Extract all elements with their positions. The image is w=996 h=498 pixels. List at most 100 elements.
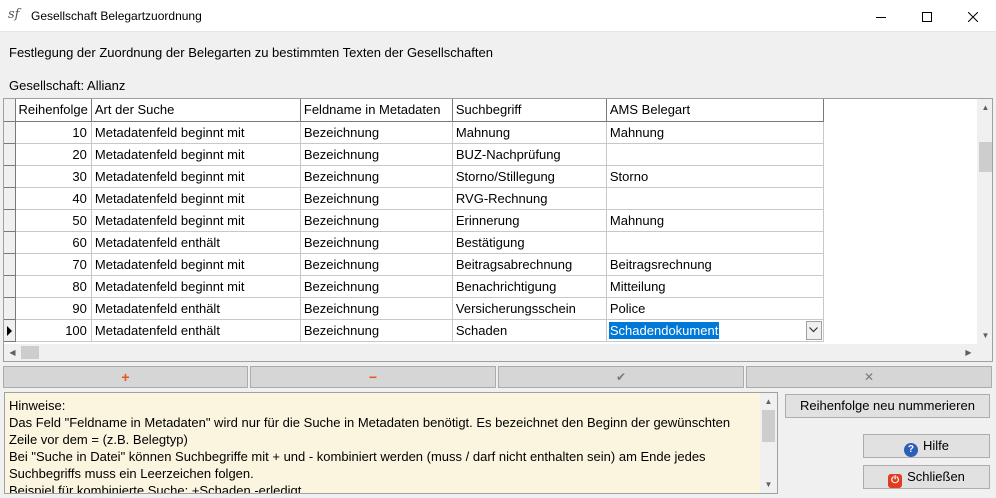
cell-suchbegriff[interactable]: Mahnung <box>452 121 607 144</box>
grid-vertical-scrollbar[interactable]: ▲ ▼ <box>977 99 992 344</box>
table-row[interactable]: 90 Metadatenfeld enthält Bezeichnung Ver… <box>4 297 824 320</box>
cell-suchbegriff[interactable]: Benachrichtigung <box>452 275 607 298</box>
cell-reihenfolge[interactable]: 20 <box>15 143 92 166</box>
cell-art-der-suche[interactable]: Metadatenfeld beginnt mit <box>91 165 301 188</box>
cell-reihenfolge[interactable]: 50 <box>15 209 92 232</box>
notes-scroll-thumb[interactable] <box>762 410 775 442</box>
cell-art-der-suche[interactable]: Metadatenfeld enthält <box>91 231 301 254</box>
cell-reihenfolge[interactable]: 10 <box>15 121 92 144</box>
row-indicator[interactable] <box>4 231 16 254</box>
row-indicator[interactable] <box>4 143 16 166</box>
grid-vertical-scroll-thumb[interactable] <box>979 142 992 172</box>
column-header-ams-belegart[interactable]: AMS Belegart <box>606 99 824 122</box>
grid-horizontal-scroll-thumb[interactable] <box>21 346 39 359</box>
assignment-grid[interactable]: Reihenfolge Art der Suche Feldname in Me… <box>3 98 993 362</box>
cell-ams-belegart[interactable] <box>606 231 824 254</box>
table-row[interactable]: 10 Metadatenfeld beginnt mit Bezeichnung… <box>4 121 824 144</box>
cell-ams-belegart[interactable]: Mahnung <box>606 209 824 232</box>
table-row[interactable]: 60 Metadatenfeld enthält Bezeichnung Bes… <box>4 231 824 254</box>
row-indicator[interactable] <box>4 209 16 232</box>
maximize-button[interactable] <box>904 0 950 31</box>
row-indicator[interactable] <box>4 275 16 298</box>
table-row[interactable]: 70 Metadatenfeld beginnt mit Bezeichnung… <box>4 253 824 276</box>
cell-reihenfolge[interactable]: 30 <box>15 165 92 188</box>
table-row[interactable]: 50 Metadatenfeld beginnt mit Bezeichnung… <box>4 209 824 232</box>
table-row[interactable]: 80 Metadatenfeld beginnt mit Bezeichnung… <box>4 275 824 298</box>
column-header-feldname[interactable]: Feldname in Metadaten <box>300 99 453 122</box>
row-indicator[interactable] <box>4 121 16 144</box>
row-indicator[interactable] <box>4 297 16 320</box>
post-record-button[interactable]: ✔ <box>498 366 744 388</box>
cell-reihenfolge[interactable]: 40 <box>15 187 92 210</box>
scroll-down-icon[interactable]: ▼ <box>977 327 992 344</box>
cell-art-der-suche[interactable]: Metadatenfeld beginnt mit <box>91 209 301 232</box>
table-row[interactable]: 30 Metadatenfeld beginnt mit Bezeichnung… <box>4 165 824 188</box>
notes-memo[interactable]: Hinweise: Das Feld "Feldname in Metadaten… <box>4 392 778 494</box>
cell-suchbegriff[interactable]: Versicherungsschein <box>452 297 607 320</box>
cell-feldname[interactable]: Bezeichnung <box>300 165 453 188</box>
cell-feldname[interactable]: Bezeichnung <box>300 231 453 254</box>
cancel-edit-button[interactable]: ✕ <box>746 366 992 388</box>
table-row-selected[interactable]: 100 Metadatenfeld enthält Bezeichnung Sc… <box>4 319 824 342</box>
row-indicator-current[interactable] <box>4 319 16 342</box>
cell-suchbegriff[interactable]: Beitragsabrechnung <box>452 253 607 276</box>
cell-ams-belegart[interactable]: Police <box>606 297 824 320</box>
scroll-up-icon[interactable]: ▲ <box>760 393 777 410</box>
scroll-right-icon[interactable]: ▶ <box>960 344 977 361</box>
cell-suchbegriff[interactable]: Storno/Stillegung <box>452 165 607 188</box>
close-button[interactable]: ⏻ Schließen <box>863 465 990 489</box>
insert-record-button[interactable]: + <box>3 366 248 388</box>
cell-feldname[interactable]: Bezeichnung <box>300 275 453 298</box>
scroll-left-icon[interactable]: ◀ <box>4 344 21 361</box>
cell-suchbegriff[interactable]: Bestätigung <box>452 231 607 254</box>
cell-ams-belegart[interactable]: Beitragsrechnung <box>606 253 824 276</box>
row-indicator[interactable] <box>4 165 16 188</box>
grid-horizontal-scrollbar[interactable]: ◀ ▶ <box>4 344 977 361</box>
cell-feldname[interactable]: Bezeichnung <box>300 319 453 342</box>
cell-art-der-suche[interactable]: Metadatenfeld beginnt mit <box>91 187 301 210</box>
cell-art-der-suche[interactable]: Metadatenfeld beginnt mit <box>91 143 301 166</box>
cell-ams-belegart[interactable] <box>606 143 824 166</box>
cell-reihenfolge[interactable]: 60 <box>15 231 92 254</box>
cell-art-der-suche[interactable]: Metadatenfeld beginnt mit <box>91 275 301 298</box>
help-button[interactable]: ? Hilfe <box>863 434 990 458</box>
cell-ams-belegart[interactable]: Mahnung <box>606 121 824 144</box>
minimize-button[interactable] <box>858 0 904 31</box>
notes-vertical-scrollbar[interactable]: ▲ ▼ <box>760 393 777 493</box>
scroll-down-icon[interactable]: ▼ <box>760 476 777 493</box>
row-indicator[interactable] <box>4 253 16 276</box>
row-indicator[interactable] <box>4 187 16 210</box>
cell-art-der-suche[interactable]: Metadatenfeld enthält <box>91 319 301 342</box>
cell-ams-belegart[interactable]: Storno <box>606 165 824 188</box>
close-window-button[interactable] <box>950 0 996 31</box>
cell-suchbegriff[interactable]: Schaden <box>452 319 607 342</box>
cell-reihenfolge[interactable]: 100 <box>15 319 92 342</box>
cell-suchbegriff[interactable]: Erinnerung <box>452 209 607 232</box>
cell-feldname[interactable]: Bezeichnung <box>300 121 453 144</box>
cell-art-der-suche[interactable]: Metadatenfeld enthält <box>91 297 301 320</box>
belegart-combo-value[interactable]: Schadendokument <box>608 321 720 339</box>
cell-feldname[interactable]: Bezeichnung <box>300 187 453 210</box>
cell-art-der-suche[interactable]: Metadatenfeld beginnt mit <box>91 121 301 144</box>
renumber-button[interactable]: Reihenfolge neu nummerieren <box>785 394 990 418</box>
delete-record-button[interactable]: − <box>250 366 496 388</box>
cell-feldname[interactable]: Bezeichnung <box>300 297 453 320</box>
cell-feldname[interactable]: Bezeichnung <box>300 143 453 166</box>
scroll-up-icon[interactable]: ▲ <box>977 99 992 116</box>
cell-suchbegriff[interactable]: BUZ-Nachprüfung <box>452 143 607 166</box>
cell-feldname[interactable]: Bezeichnung <box>300 253 453 276</box>
column-header-art-der-suche[interactable]: Art der Suche <box>91 99 301 122</box>
table-row[interactable]: 40 Metadatenfeld beginnt mit Bezeichnung… <box>4 187 824 210</box>
column-header-reihenfolge[interactable]: Reihenfolge <box>15 99 92 122</box>
cell-feldname[interactable]: Bezeichnung <box>300 209 453 232</box>
cell-reihenfolge[interactable]: 80 <box>15 275 92 298</box>
cell-suchbegriff[interactable]: RVG-Rechnung <box>452 187 607 210</box>
belegart-dropdown-button[interactable] <box>805 320 822 340</box>
column-header-suchbegriff[interactable]: Suchbegriff <box>452 99 607 122</box>
cell-ams-belegart-editor[interactable]: Schadendokument <box>606 319 824 342</box>
cell-reihenfolge[interactable]: 70 <box>15 253 92 276</box>
cell-ams-belegart[interactable]: Mitteilung <box>606 275 824 298</box>
cell-ams-belegart[interactable] <box>606 187 824 210</box>
cell-reihenfolge[interactable]: 90 <box>15 297 92 320</box>
table-row[interactable]: 20 Metadatenfeld beginnt mit Bezeichnung… <box>4 143 824 166</box>
